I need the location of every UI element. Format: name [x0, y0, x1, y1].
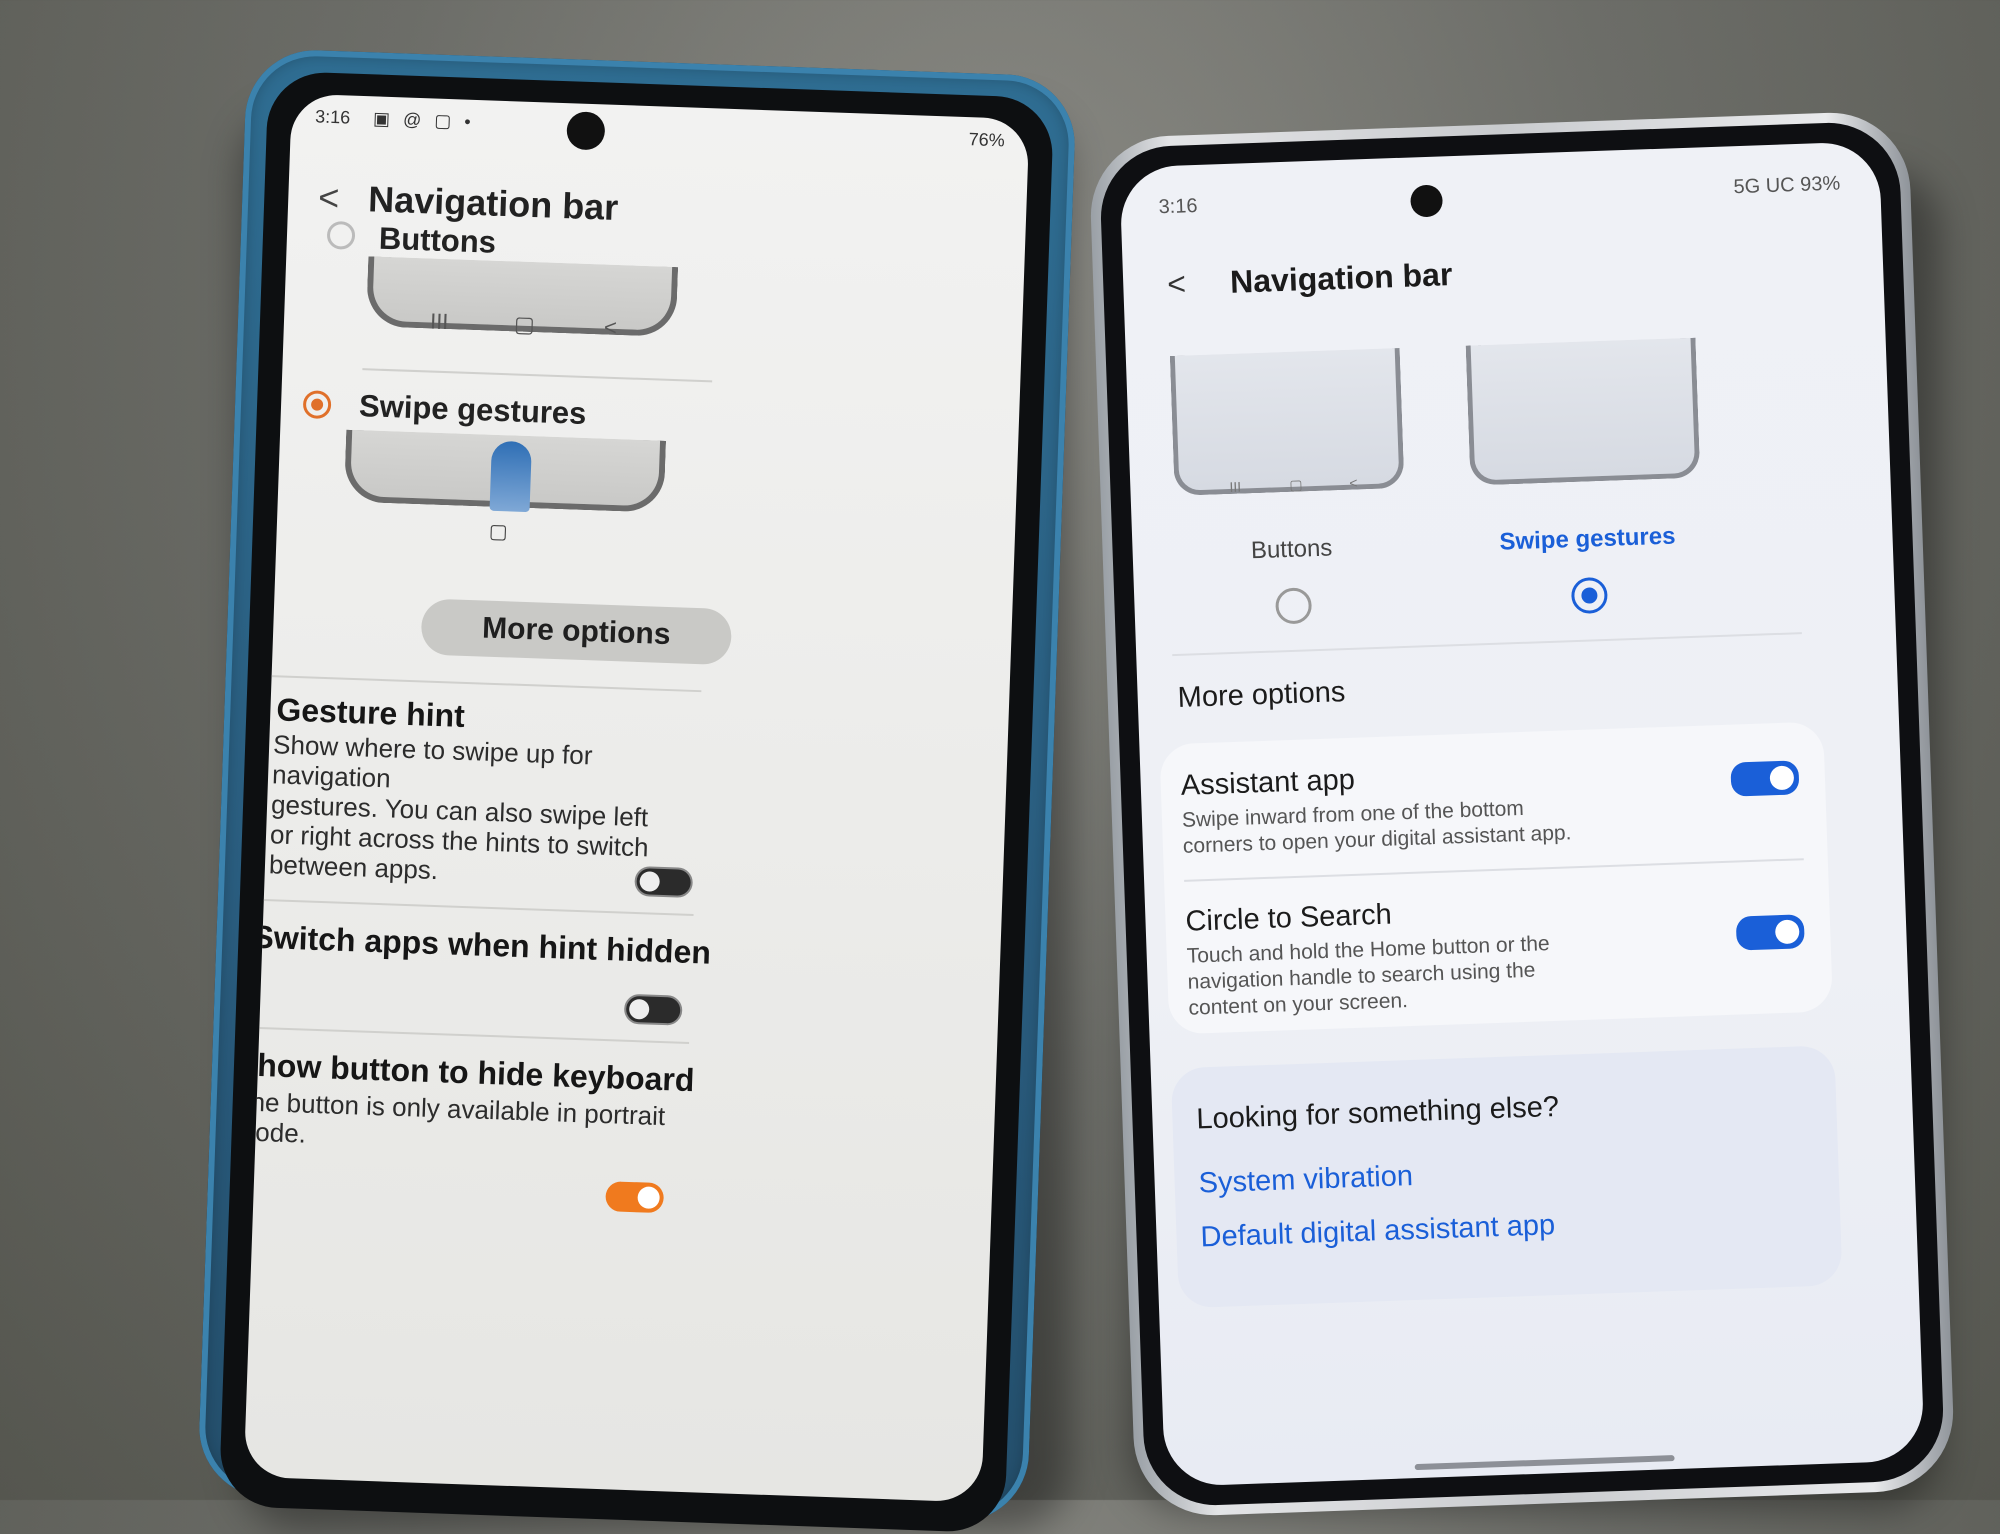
divider: [259, 1026, 690, 1044]
gesture-hint-toggle[interactable]: [634, 865, 694, 898]
page-title: Navigation bar: [1229, 256, 1453, 300]
back-icon: <: [1349, 474, 1358, 491]
recents-icon: III: [429, 308, 449, 335]
hide-keyboard-toggle[interactable]: [605, 1181, 665, 1214]
back-icon: <: [603, 314, 618, 341]
recents-icon: III: [1229, 478, 1242, 496]
battery-indicator: 76%: [968, 129, 1006, 151]
more-options-button[interactable]: More options: [420, 598, 733, 666]
status-time: 3:16: [314, 106, 351, 128]
switch-apps-toggle[interactable]: [623, 993, 683, 1026]
divider: [263, 899, 694, 917]
left-phone-screen: 3:16 ▣ @ ▢ • 76% < Navigation bar Button…: [243, 93, 1030, 1503]
assistant-app-toggle[interactable]: [1730, 760, 1800, 797]
page-header: < Navigation bar: [318, 177, 619, 229]
assistant-app-title: Assistant app: [1180, 763, 1356, 802]
back-arrow-icon[interactable]: <: [318, 177, 359, 220]
more-options-link[interactable]: More options: [1177, 676, 1346, 715]
buttons-preview[interactable]: III ▢ <: [365, 256, 679, 341]
buttons-radio[interactable]: [326, 220, 356, 250]
left-phone: 3:16 ▣ @ ▢ • 76% < Navigation bar Button…: [196, 47, 1078, 1534]
buttons-preview[interactable]: III ▢ <: [1169, 347, 1405, 496]
swipe-gestures-option-label: Swipe gestures: [1498, 522, 1676, 556]
right-phone: 3:16 5G UC 93% < Navigation bar III ▢ < …: [1088, 110, 1956, 1518]
swipe-gestures-preview[interactable]: [343, 429, 667, 513]
swipe-gestures-preview[interactable]: [1465, 337, 1701, 486]
gesture-handle-icon: [489, 440, 532, 513]
buttons-option-label: Buttons: [378, 220, 497, 260]
divider: [362, 368, 713, 383]
buttons-radio[interactable]: [1274, 587, 1313, 625]
divider: [1172, 632, 1802, 657]
gesture-home-indicator[interactable]: [1414, 1455, 1675, 1471]
status-bar: 3:16 5G UC 93%: [1158, 173, 1840, 223]
notification-icons: ▣ @ ▢ •: [372, 108, 476, 132]
home-icon: ▢: [513, 311, 536, 338]
gesture-hint-description: Show where to swipe up for navigation ge…: [269, 729, 704, 894]
status-time: 3:16: [1158, 194, 1198, 219]
switch-apps-title: Switch apps when hint hidden: [251, 918, 712, 971]
swipe-gestures-option-label: Swipe gestures: [358, 388, 588, 431]
signal-battery-indicator: 5G UC 93%: [1733, 172, 1841, 199]
swipe-gestures-radio[interactable]: [302, 390, 332, 420]
swipe-gestures-radio[interactable]: [1570, 576, 1609, 615]
home-icon: ▢: [1289, 476, 1303, 493]
status-bar: 3:16 ▣ @ ▢ • 76%: [315, 106, 1005, 156]
divider: [271, 675, 702, 693]
front-camera: [566, 111, 606, 151]
back-arrow-icon[interactable]: <: [1167, 264, 1222, 303]
gesture-hint-title: Gesture hint: [275, 691, 466, 734]
page-header: < Navigation bar: [1167, 256, 1453, 303]
right-phone-screen: 3:16 5G UC 93% < Navigation bar III ▢ < …: [1119, 141, 1925, 1487]
nav-buttons-icons: III ▢ <: [373, 306, 671, 341]
home-indicator-icon: ▢: [488, 520, 509, 544]
buttons-option-label: Buttons: [1250, 534, 1333, 565]
nav-buttons-icons: III ▢ <: [1179, 473, 1399, 495]
circle-to-search-toggle[interactable]: [1735, 914, 1805, 951]
page-title: Navigation bar: [367, 178, 619, 228]
hide-keyboard-description: The button is only available in portrait…: [244, 1086, 695, 1162]
